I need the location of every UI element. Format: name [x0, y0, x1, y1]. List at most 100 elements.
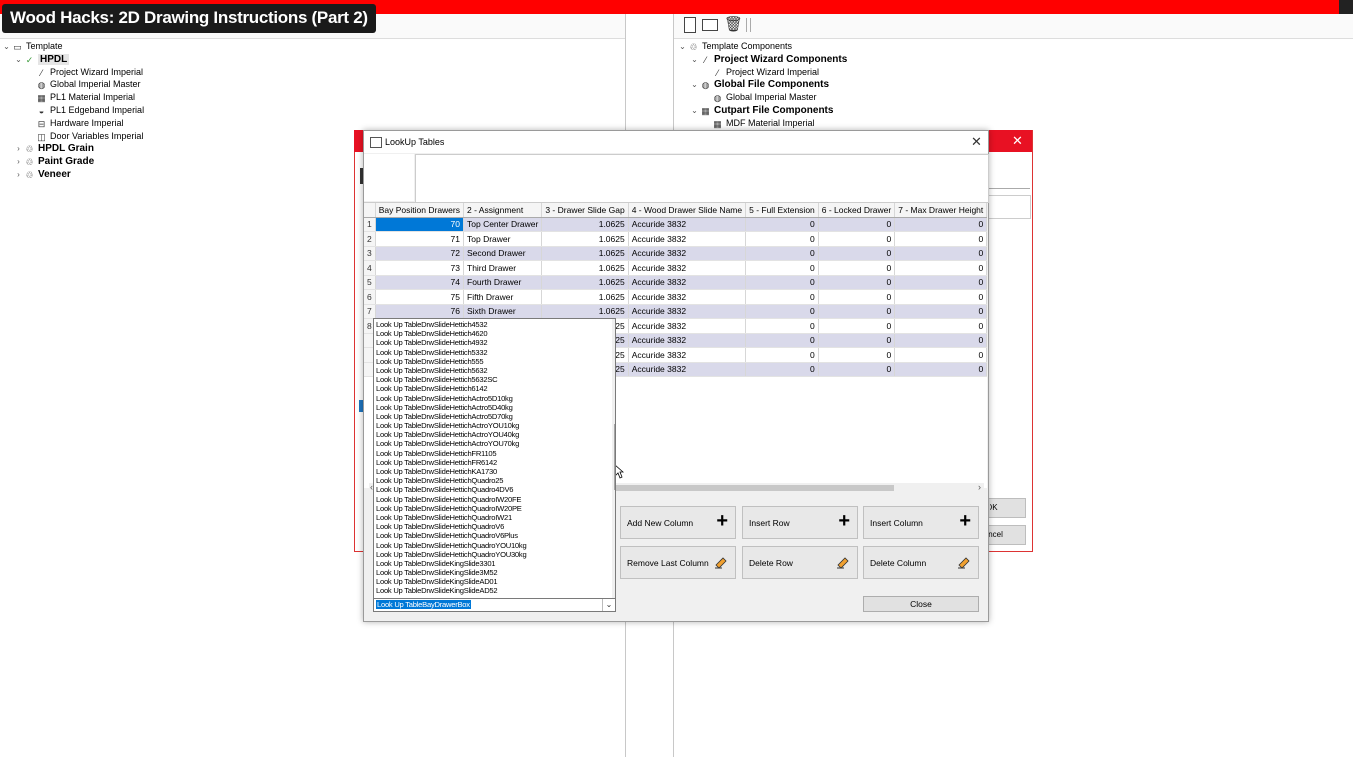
table-cell[interactable]: 0	[818, 246, 896, 261]
dropdown-option[interactable]: Look Up TableDrwSlideHettichActro5D40kg	[374, 403, 610, 412]
lookup-table-select[interactable]: Look Up TableBayDrawerBox ⌄	[373, 598, 616, 612]
table-cell[interactable]: 0	[818, 362, 896, 377]
table-cell[interactable]: Sixth Drawer	[463, 304, 543, 319]
table-cell[interactable]: 0	[745, 246, 819, 261]
dropdown-option[interactable]: Look Up TableDrwSlideHettichActro5D70kg	[374, 412, 610, 421]
dropdown-option[interactable]: Look Up TableDrwSlideHettichActroYOU70kg	[374, 439, 610, 448]
table-cell[interactable]: 0	[745, 231, 819, 247]
dropdown-option[interactable]: Look Up TableDrwSlideHettich4932	[374, 338, 610, 347]
table-cell[interactable]: Accuride 3832	[628, 362, 747, 377]
insert-row-button[interactable]: Insert Row +	[742, 506, 858, 539]
table-cell[interactable]: Accuride 3832	[628, 333, 747, 348]
right_tree-node[interactable]: ▦ MDF Material Imperial	[702, 117, 814, 130]
left_tree-node[interactable]: ⌄ ▭ Template	[2, 40, 62, 53]
right_tree-node[interactable]: ⌄ ⁄ Project Wizard Components	[690, 53, 847, 66]
dropdown-option[interactable]: Look Up TableDrwSlideHettichActroYOU40kg	[374, 430, 610, 439]
dropdown-option[interactable]: Look Up TableDrwSlideHettichFR1105	[374, 449, 610, 458]
table-cell[interactable]: Accuride 3832	[628, 217, 747, 232]
table-cell[interactable]: Accuride 3832	[628, 260, 747, 276]
table-cell[interactable]: Accuride 3832	[628, 318, 747, 334]
delete-column-button[interactable]: Delete Column	[863, 546, 979, 579]
table-cell[interactable]: 0	[818, 289, 896, 305]
table-cell[interactable]: Accuride 3832	[628, 275, 747, 290]
table-cell[interactable]: 1.0625	[541, 289, 629, 305]
column-header[interactable]: 6 - Locked Drawer	[818, 203, 896, 218]
left_tree-node[interactable]: › ♲ Veneer	[14, 168, 71, 181]
table-cell[interactable]: Third Drawer	[463, 260, 543, 276]
table-cell[interactable]: Accuride 3832	[628, 289, 747, 305]
table-cell[interactable]: 0	[818, 260, 896, 276]
table-cell[interactable]: Second Drawer	[463, 246, 543, 261]
dropdown-option[interactable]: Look Up TableDrwSlideHettichActroYOU10kg	[374, 421, 610, 430]
table-cell[interactable]: 0	[894, 246, 987, 261]
dropdown-option[interactable]: Look Up TableDrwSlideHettich4532	[374, 320, 610, 329]
remove-last-column-button[interactable]: Remove Last Column	[620, 546, 736, 579]
table-cell[interactable]: 0	[745, 217, 819, 232]
table-cell[interactable]: 0	[745, 260, 819, 276]
dropdown-option[interactable]: Look Up TableDrwSlideKingSlideAD52	[374, 586, 610, 595]
chevron-right-icon[interactable]: ›	[14, 142, 23, 155]
column-header[interactable]: 2 - Assignment	[463, 203, 543, 218]
left_tree-node[interactable]: ⁄ Project Wizard Imperial	[26, 66, 143, 79]
dropdown-option[interactable]: Look Up TableDrwSlideHettich4620	[374, 329, 610, 338]
close-button[interactable]: Close	[863, 596, 979, 612]
table-cell[interactable]: 0	[745, 333, 819, 348]
chevron-down-icon[interactable]: ⌄	[678, 40, 687, 53]
row-header[interactable]: 1	[364, 217, 376, 232]
table-cell[interactable]: Accuride 3832	[628, 347, 747, 363]
chevron-down-icon[interactable]: ⌄	[602, 599, 615, 611]
insert-column-button[interactable]: Insert Column +	[863, 506, 979, 539]
lookup-table-dropdown-list[interactable]: Look Up TableDrwSlideHettich4532 Look Up …	[373, 318, 616, 600]
table-cell[interactable]: 1.0625	[541, 304, 629, 319]
chevron-down-icon[interactable]: ⌄	[690, 53, 699, 66]
dropdown-option[interactable]: Look Up TableDrwSlideHettichKA1730	[374, 467, 610, 476]
table-row[interactable]: 5 74 Fourth Drawer 1.0625 Accuride 3832 0 0 0	[364, 275, 987, 290]
right_tree-node[interactable]: ⌄ ◍ Global File Components	[690, 78, 829, 91]
dropdown-option[interactable]: Look Up TableDrwSlideHettich555	[374, 357, 610, 366]
left_tree-node[interactable]: ⌄ ✓ HPDL	[14, 53, 70, 66]
scroll-right-icon[interactable]: ›	[978, 482, 981, 492]
dropdown-option[interactable]: Look Up TableDrwSlideHettichQuadroIW20FE	[374, 495, 610, 504]
table-cell[interactable]: 72	[375, 246, 465, 261]
table-cell[interactable]: Top Drawer	[463, 231, 543, 247]
notes-textbox[interactable]	[415, 154, 989, 203]
trash-icon[interactable]: 🗑	[724, 17, 743, 32]
table-cell[interactable]: 0	[894, 333, 987, 348]
dropdown-option[interactable]: Look Up TableDrwSlideHettichQuadroV6Plus	[374, 531, 610, 540]
row-header[interactable]: 5	[364, 275, 376, 290]
right_tree-node[interactable]: ⁄ Project Wizard Imperial	[702, 66, 819, 79]
dropdown-option[interactable]: Look Up TableDrwSlideHettichQuadroIW21	[374, 513, 610, 522]
row-header[interactable]: 2	[364, 231, 376, 247]
dropdown-option[interactable]: Look Up TableDrwSlideHettichActro5D10kg	[374, 394, 610, 403]
table-row[interactable]: 2 71 Top Drawer 1.0625 Accuride 3832 0 0 0	[364, 231, 987, 247]
dropdown-option[interactable]: Look Up TableDrwSlideHettichFR6142	[374, 458, 610, 467]
table-cell[interactable]: 0	[745, 318, 819, 334]
table-row[interactable]: 3 72 Second Drawer 1.0625 Accuride 3832 0 0 0	[364, 246, 987, 261]
dropdown-option[interactable]: Look Up TableDrwSlideHettichQuadroIW20PE	[374, 504, 610, 513]
left_tree-node[interactable]: › ♲ Paint Grade	[14, 155, 94, 168]
column-header[interactable]: Bay Position Drawers	[375, 203, 465, 218]
table-cell[interactable]: 0	[818, 275, 896, 290]
right_tree-node[interactable]: ⌄ ▦ Cutpart File Components	[690, 104, 833, 117]
table-cell[interactable]: 75	[375, 289, 465, 305]
table-cell[interactable]: 71	[375, 231, 465, 247]
split-icon[interactable]	[702, 19, 718, 31]
chevron-down-icon[interactable]: ⌄	[690, 78, 699, 91]
table-cell[interactable]: 1.0625	[541, 217, 629, 232]
left_tree-node[interactable]: ◫ Door Variables Imperial	[26, 130, 143, 143]
table-cell[interactable]: 0	[894, 275, 987, 290]
table-cell[interactable]: 0	[818, 304, 896, 319]
table-cell[interactable]: 0	[894, 304, 987, 319]
table-cell[interactable]: 0	[745, 347, 819, 363]
table-cell[interactable]: 0	[745, 289, 819, 305]
close-icon[interactable]: ✕	[971, 134, 982, 150]
table-cell[interactable]: 73	[375, 260, 465, 276]
table-cell[interactable]: 0	[894, 217, 987, 232]
table-cell[interactable]: 0	[894, 260, 987, 276]
chevron-down-icon[interactable]: ⌄	[14, 53, 23, 66]
table-cell[interactable]: 0	[894, 347, 987, 363]
delete-row-button[interactable]: Delete Row	[742, 546, 858, 579]
row-header[interactable]: 4	[364, 260, 376, 276]
table-row[interactable]: 7 76 Sixth Drawer 1.0625 Accuride 3832 0 0 0	[364, 304, 987, 319]
table-cell[interactable]: Top Center Drawer	[463, 217, 543, 232]
